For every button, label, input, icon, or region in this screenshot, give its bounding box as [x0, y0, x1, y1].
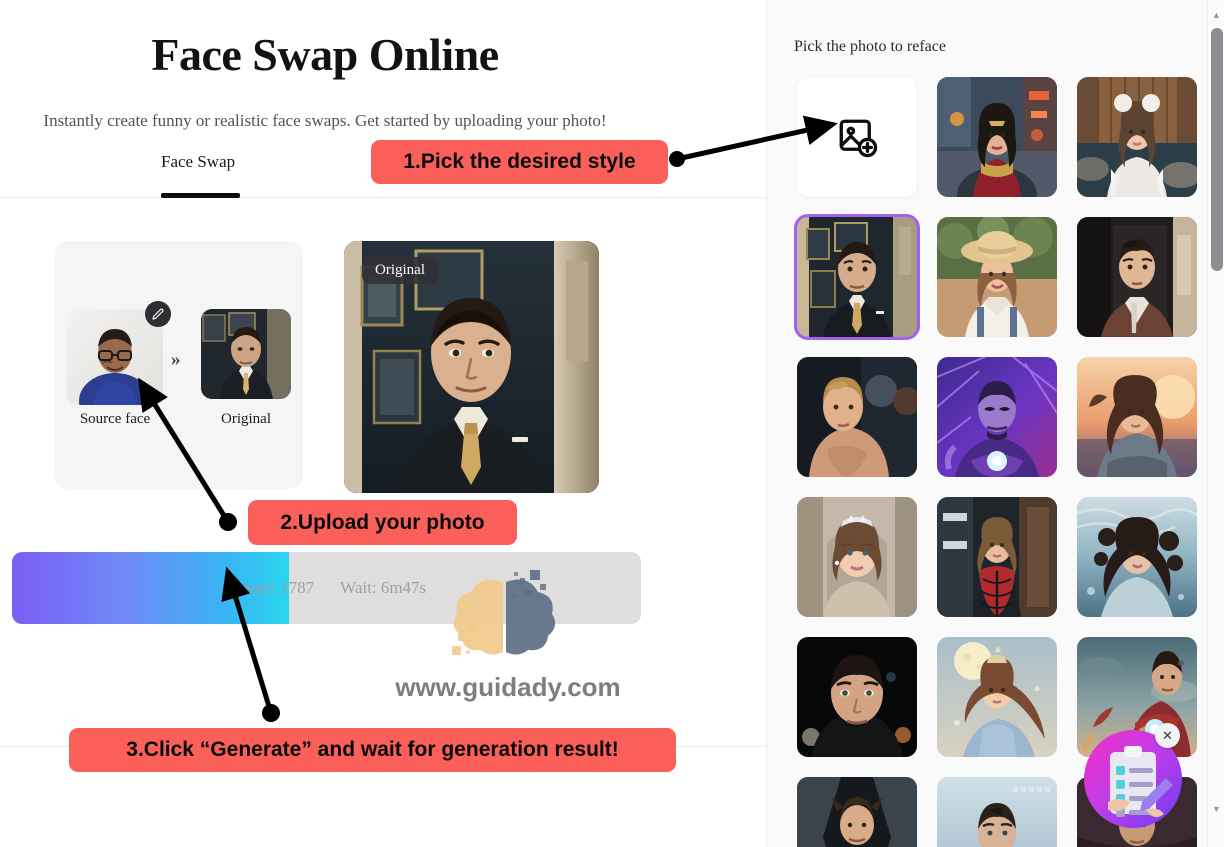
thumb-image: [1077, 77, 1197, 197]
thumb-image: [937, 217, 1057, 337]
scrollbar-thumb[interactable]: [1211, 28, 1223, 271]
tab-face-swap[interactable]: Face Swap: [161, 152, 235, 172]
upload-photo-tile[interactable]: [797, 77, 917, 197]
survey-close-button[interactable]: ✕: [1155, 723, 1180, 748]
thumb-man-suit-office[interactable]: [794, 214, 920, 340]
thumb-image: [937, 357, 1057, 477]
thumb-girl-moon-blue-dress[interactable]: [937, 637, 1057, 757]
page-title: Face Swap Online: [151, 29, 499, 80]
scroll-up-arrow[interactable]: ▲: [1208, 6, 1224, 23]
original-photo-image[interactable]: [201, 309, 291, 399]
watermark-text: www.guidady.com: [395, 672, 621, 702]
callout-step-2: 2.Upload your photo: [248, 500, 517, 545]
queue-count: Queue: 1787: [226, 578, 315, 597]
style-picker-pane: Pick the photo to reface: [766, 0, 1224, 847]
thumb-girl-sunset-armor[interactable]: [1077, 357, 1197, 477]
preview-image-card[interactable]: Original: [344, 241, 599, 493]
thumb-image: [797, 497, 917, 617]
thumb-spider-woman-suit[interactable]: [937, 497, 1057, 617]
thumb-woman-straw-hat[interactable]: [937, 217, 1057, 337]
thumb-image: [937, 497, 1057, 617]
preview-badge: Original: [362, 257, 438, 284]
thumb-image: [797, 217, 917, 337]
thumb-image: [1077, 497, 1197, 617]
generate-button[interactable]: Queue: 1787 Wait: 6m47s: [12, 552, 641, 624]
face-swap-card: » Source face Original: [55, 241, 303, 489]
source-face-slot[interactable]: [67, 301, 171, 405]
thumb-image: [1077, 357, 1197, 477]
add-image-icon: [839, 119, 878, 158]
thumb-dark-portrait-man[interactable]: [797, 637, 917, 757]
thumb-shirtless-blond-man[interactable]: [797, 357, 917, 477]
tab-active-indicator: [161, 193, 240, 198]
swap-direction-icon: »: [171, 349, 181, 370]
source-face-label: Source face: [79, 411, 151, 427]
original-photo-label: Original: [221, 411, 271, 427]
thumb-image: [797, 357, 917, 477]
edit-source-face-icon[interactable]: [145, 301, 171, 327]
generate-status: Queue: 1787 Wait: 6m47s: [12, 552, 641, 624]
callout-step-3: 3.Click “Generate” and wait for generati…: [69, 728, 676, 772]
thumb-wonder-woman-city[interactable]: [937, 77, 1057, 197]
thumb-image: [797, 777, 917, 847]
tabbar-divider: [0, 197, 766, 198]
thumb-image: [937, 77, 1057, 197]
wait-time: Wait: 6m47s: [340, 578, 427, 597]
thumb-wolverine[interactable]: [797, 777, 917, 847]
app-root: Face Swap Online Instantly create funny …: [0, 0, 1224, 847]
thumb-image: [797, 637, 917, 757]
scroll-down-arrow[interactable]: ▼: [1208, 800, 1224, 817]
thumb-image: [937, 637, 1057, 757]
pencil-icon: [152, 308, 164, 320]
thumb-young-man-brown-jacket[interactable]: [1077, 217, 1197, 337]
thumb-superman-portrait[interactable]: [937, 777, 1057, 847]
thumb-woman-tiara[interactable]: [797, 497, 917, 617]
thumb-iron-man-purple[interactable]: [937, 357, 1057, 477]
thumb-white-dress-bun-hair[interactable]: [1077, 77, 1197, 197]
original-photo-slot[interactable]: [201, 309, 291, 399]
page-scrollbar[interactable]: ▲ ▼: [1207, 0, 1224, 847]
page-subtitle: Instantly create funny or realistic face…: [43, 111, 607, 130]
thumb-girl-underwater[interactable]: [1077, 497, 1197, 617]
thumb-image: [937, 777, 1057, 847]
thumb-image: [1077, 217, 1197, 337]
picker-heading: Pick the photo to reface: [794, 38, 946, 55]
main-content-pane: Face Swap Online Instantly create funny …: [0, 0, 766, 847]
original-portrait-svg: [201, 309, 291, 399]
callout-step-1: 1.Pick the desired style: [371, 140, 668, 184]
